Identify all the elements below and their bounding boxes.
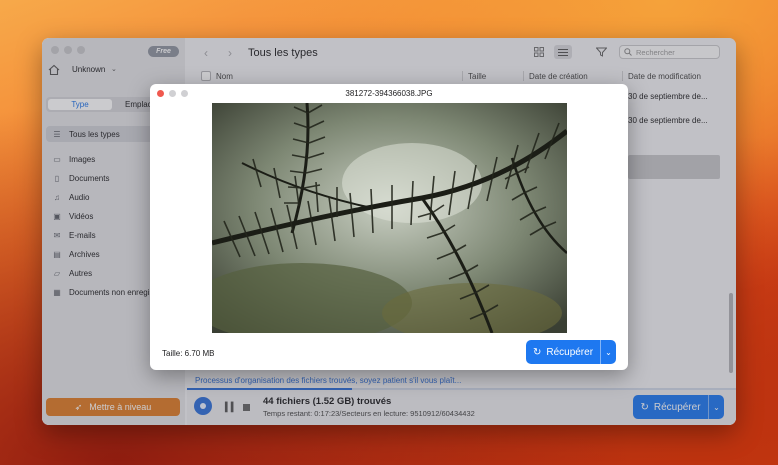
file-size: Taille: 6.70 MB — [162, 349, 215, 358]
recover-label: Récupérer — [546, 346, 594, 358]
preview-recover-main[interactable]: ↻ Récupérer — [526, 347, 600, 358]
preview-filename: 381272-394366038.JPG — [345, 89, 433, 98]
preview-recover-button[interactable]: ↻ Récupérer ⌄ — [526, 340, 616, 364]
chevron-down-icon[interactable]: ⌄ — [600, 340, 616, 364]
preview-dialog: 381272-394366038.JPG Taille: 6.70 MB ↻ R… — [150, 84, 628, 370]
refresh-icon: ↻ — [532, 346, 542, 358]
preview-image — [212, 103, 567, 333]
